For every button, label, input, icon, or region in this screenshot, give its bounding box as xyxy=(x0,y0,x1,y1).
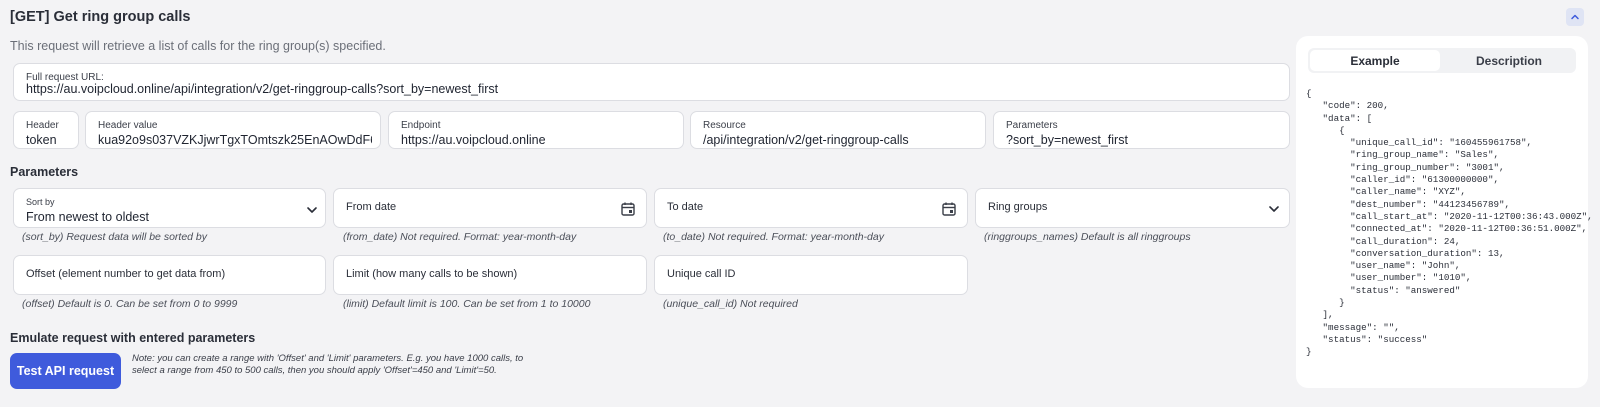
api-request-panel: [GET] Get ring group calls This request … xyxy=(0,0,1600,400)
full-url-value: https://au.voipcloud.online/api/integrat… xyxy=(26,82,499,96)
ring-groups-label: Ring groups xyxy=(988,201,1048,213)
chevron-up-icon xyxy=(1571,14,1579,20)
sort-by-select[interactable]: Sort by From newest to oldest xyxy=(13,188,326,228)
parameters-field[interactable]: Parameters ?sort_by=newest_first xyxy=(993,111,1290,149)
endpoint-field[interactable]: Endpoint https://au.voipcloud.online xyxy=(388,111,684,149)
example-response-code: { "code": 200, "data": [ { "unique_call_… xyxy=(1306,88,1593,358)
full-url-field[interactable]: Full request URL: https://au.voipcloud.o… xyxy=(13,63,1290,101)
ring-groups-select[interactable]: Ring groups xyxy=(975,188,1290,228)
offset-help: (offset) Default is 0. Can be set from 0… xyxy=(22,298,238,310)
parameters-field-value: ?sort_by=newest_first xyxy=(1006,133,1128,147)
example-panel: Example Description { "code": 200, "data… xyxy=(1296,36,1593,388)
header-value-value: kua92o9s037VZKJjwrTgxTOmtszk25EnAOwDdF6d… xyxy=(98,133,372,147)
offset-input[interactable]: Offset (element number to get data from) xyxy=(13,255,326,295)
collapse-button[interactable] xyxy=(1566,8,1584,26)
parameters-heading: Parameters xyxy=(10,165,79,179)
header-label: Header xyxy=(26,120,59,131)
sort-by-value: From newest to oldest xyxy=(26,210,149,224)
parameters-field-label: Parameters xyxy=(1006,120,1058,131)
page-subtitle: This request will retrieve a list of cal… xyxy=(10,39,386,53)
to-date-input[interactable]: To date xyxy=(654,188,968,228)
range-note: Note: you can create a range with 'Offse… xyxy=(132,353,524,376)
ring-groups-help: (ringgroups_names) Default is all ringgr… xyxy=(984,231,1191,243)
calendar-icon[interactable] xyxy=(620,201,636,217)
tab-example[interactable]: Example xyxy=(1310,50,1440,71)
from-date-input[interactable]: From date xyxy=(333,188,647,228)
to-date-help: (to_date) Not required. Format: year-mon… xyxy=(663,231,884,243)
unique-call-id-input[interactable]: Unique call ID xyxy=(654,255,968,295)
header-value-label: Header value xyxy=(98,120,158,131)
tab-description[interactable]: Description xyxy=(1444,50,1574,71)
limit-input[interactable]: Limit (how many calls to be shown) xyxy=(333,255,647,295)
resource-field[interactable]: Resource /api/integration/v2/get-ringgro… xyxy=(690,111,986,149)
sort-by-help: (sort_by) Request data will be sorted by xyxy=(22,231,208,243)
page-title: [GET] Get ring group calls xyxy=(10,9,191,25)
calendar-icon[interactable] xyxy=(941,201,957,217)
to-date-label: To date xyxy=(667,201,704,213)
tab-bar: Example Description xyxy=(1308,48,1576,73)
header-value: token xyxy=(26,133,57,147)
chevron-down-icon xyxy=(1269,206,1279,212)
endpoint-value: https://au.voipcloud.online xyxy=(401,133,546,147)
from-date-label: From date xyxy=(346,201,397,213)
limit-help: (limit) Default limit is 100. Can be set… xyxy=(343,298,591,310)
unique-call-id-help: (unique_call_id) Not required xyxy=(663,298,798,310)
test-api-request-button[interactable]: Test API request xyxy=(10,353,121,389)
header-value-field[interactable]: Header value kua92o9s037VZKJjwrTgxTOmtsz… xyxy=(85,111,381,149)
header-field[interactable]: Header token xyxy=(13,111,79,149)
from-date-help: (from_date) Not required. Format: year-m… xyxy=(343,231,577,243)
resource-value: /api/integration/v2/get-ringgroup-calls xyxy=(703,133,909,147)
endpoint-label: Endpoint xyxy=(401,120,441,131)
unique-call-id-label: Unique call ID xyxy=(667,268,736,280)
emulate-heading: Emulate request with entered parameters xyxy=(10,331,256,345)
chevron-down-icon xyxy=(307,207,317,213)
resource-label: Resource xyxy=(703,120,746,131)
limit-label: Limit (how many calls to be shown) xyxy=(346,268,518,280)
sort-by-label: Sort by xyxy=(26,197,55,207)
offset-label: Offset (element number to get data from) xyxy=(26,268,226,280)
